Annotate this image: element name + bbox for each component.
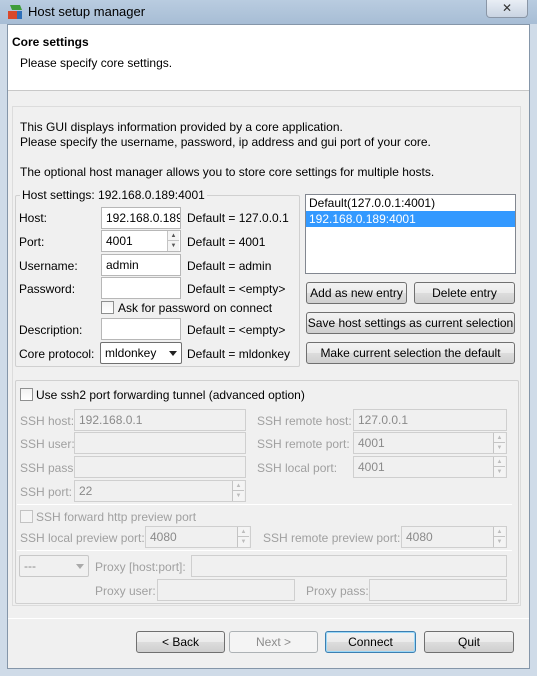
add-entry-button[interactable]: Add as new entry xyxy=(306,282,407,304)
ssh-remote-preview-spinner[interactable]: ▲ ▼ xyxy=(493,527,505,547)
ssh-user-label: SSH user: xyxy=(20,437,75,451)
spin-down-icon[interactable]: ▼ xyxy=(233,491,244,501)
host-input[interactable]: 192.168.0.189 xyxy=(101,207,181,229)
divider xyxy=(17,504,512,505)
proxy-pass-input[interactable] xyxy=(369,579,507,601)
ssh-remote-port-spinner[interactable]: ▲ ▼ xyxy=(493,433,505,453)
ssh-pass-input[interactable] xyxy=(74,456,246,478)
spin-down-icon[interactable]: ▼ xyxy=(494,443,505,453)
page-title: Core settings xyxy=(12,35,89,49)
ssh-remote-host-input[interactable]: 127.0.0.1 xyxy=(353,409,507,431)
ssh-port-input[interactable]: 22 xyxy=(74,480,246,502)
info-line-3: The optional host manager allows you to … xyxy=(20,165,435,179)
info-line-1: This GUI displays information provided b… xyxy=(20,120,343,134)
host-label: Host: xyxy=(19,211,48,225)
app-icon xyxy=(7,4,23,20)
ssh-http-preview-label: SSH forward http preview port xyxy=(36,510,197,524)
ssh-pass-label: SSH pass: xyxy=(20,461,77,475)
spin-down-icon[interactable]: ▼ xyxy=(494,467,505,477)
close-window-button[interactable]: ✕ xyxy=(486,0,528,18)
ssh-user-input[interactable] xyxy=(74,432,246,454)
next-button[interactable]: Next > xyxy=(229,631,318,653)
spin-up-icon[interactable]: ▲ xyxy=(238,527,249,537)
chevron-down-icon xyxy=(76,564,84,569)
ssh-tunnel-label: Use ssh2 port forwarding tunnel (advance… xyxy=(36,388,305,402)
chevron-down-icon xyxy=(169,351,177,356)
ssh-port-spinner[interactable]: ▲ ▼ xyxy=(232,481,244,501)
host-list[interactable]: Default(127.0.0.1:4001) 192.168.0.189:40… xyxy=(305,194,516,274)
password-default: Default = <empty> xyxy=(187,282,286,296)
host-default: Default = 127.0.0.1 xyxy=(187,211,289,225)
ssh-local-preview-label: SSH local preview port: xyxy=(20,531,145,545)
spin-down-icon[interactable]: ▼ xyxy=(238,537,249,547)
ask-password-checkbox[interactable] xyxy=(101,301,114,314)
proxy-pass-label: Proxy pass: xyxy=(306,584,369,598)
password-input[interactable] xyxy=(101,277,181,299)
ask-password-label: Ask for password on connect xyxy=(118,301,273,315)
proxy-user-input[interactable] xyxy=(157,579,295,601)
host-settings-group-label: Host settings: 192.168.0.189:4001 xyxy=(20,188,207,202)
info-line-2: Please specify the username, password, i… xyxy=(20,135,431,149)
core-protocol-select[interactable]: mldonkey xyxy=(100,342,182,364)
core-protocol-value: mldonkey xyxy=(105,346,157,360)
proxy-user-label: Proxy user: xyxy=(95,584,156,598)
port-default: Default = 4001 xyxy=(187,235,266,249)
quit-button[interactable]: Quit xyxy=(424,631,514,653)
username-default: Default = admin xyxy=(187,259,272,273)
ssh-host-input[interactable]: 192.168.0.1 xyxy=(74,409,246,431)
spin-up-icon[interactable]: ▲ xyxy=(168,231,179,241)
core-protocol-label: Core protocol: xyxy=(19,347,95,361)
spin-up-icon[interactable]: ▲ xyxy=(494,527,505,537)
port-spinner[interactable]: ▲ ▼ xyxy=(167,231,179,251)
ssh-local-preview-input[interactable]: 4080 xyxy=(145,526,251,548)
ssh-http-preview-checkbox[interactable] xyxy=(20,510,33,523)
connect-button[interactable]: Connect xyxy=(325,631,416,653)
ssh-tunnel-checkbox[interactable] xyxy=(20,388,33,401)
ssh-local-port-label: SSH local port: xyxy=(257,461,338,475)
description-input[interactable] xyxy=(101,318,181,340)
save-host-settings-button[interactable]: Save host settings as current selection xyxy=(306,312,515,334)
ssh-local-port-input[interactable]: 4001 xyxy=(353,456,507,478)
host-list-item-default[interactable]: Default(127.0.0.1:4001) xyxy=(306,195,515,211)
window-title: Host setup manager xyxy=(28,4,146,19)
proxy-hostport-label: Proxy [host:port]: xyxy=(95,560,186,574)
username-input[interactable]: admin xyxy=(101,254,181,276)
description-label: Description: xyxy=(19,323,83,337)
make-default-button[interactable]: Make current selection the default xyxy=(306,342,515,364)
spin-up-icon[interactable]: ▲ xyxy=(494,457,505,467)
ssh-remote-host-label: SSH remote host: xyxy=(257,414,352,428)
spin-up-icon[interactable]: ▲ xyxy=(233,481,244,491)
proxy-type-select[interactable]: --- xyxy=(19,555,89,577)
ssh-host-label: SSH host: xyxy=(20,414,75,428)
password-label: Password: xyxy=(19,282,76,296)
footer-divider xyxy=(8,618,529,619)
host-list-item-selected[interactable]: 192.168.0.189:4001 xyxy=(306,211,515,227)
spin-down-icon[interactable]: ▼ xyxy=(168,241,179,251)
ssh-remote-port-label: SSH remote port: xyxy=(257,437,350,451)
ssh-local-preview-spinner[interactable]: ▲ ▼ xyxy=(237,527,249,547)
proxy-type-value: --- xyxy=(24,559,36,573)
delete-entry-button[interactable]: Delete entry xyxy=(414,282,515,304)
ssh-remote-preview-label: SSH remote preview port: xyxy=(263,531,401,545)
back-button[interactable]: < Back xyxy=(136,631,225,653)
description-default: Default = <empty> xyxy=(187,323,286,337)
ssh-remote-port-input[interactable]: 4001 xyxy=(353,432,507,454)
page-subtitle: Please specify core settings. xyxy=(20,56,173,70)
proxy-hostport-input[interactable] xyxy=(191,555,507,577)
spin-down-icon[interactable]: ▼ xyxy=(494,537,505,547)
ssh-local-port-spinner[interactable]: ▲ ▼ xyxy=(493,457,505,477)
port-label: Port: xyxy=(19,235,45,249)
ssh-port-label: SSH port: xyxy=(20,485,73,499)
ssh-remote-preview-input[interactable]: 4080 xyxy=(401,526,507,548)
core-protocol-default: Default = mldonkey xyxy=(187,347,291,361)
spin-up-icon[interactable]: ▲ xyxy=(494,433,505,443)
username-label: Username: xyxy=(19,259,78,273)
divider xyxy=(17,550,512,551)
